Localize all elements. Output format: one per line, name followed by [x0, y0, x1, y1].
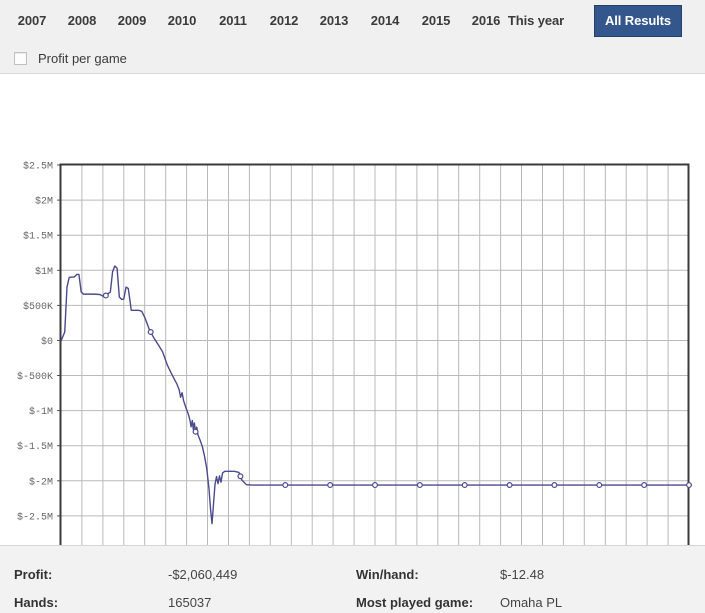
year-filter-this-year[interactable]: This year — [497, 5, 575, 37]
chart-svg: $2.5M $2M $1.5M $1M $500K $0 $-500K $-1M $-1.5M $… — [0, 74, 705, 545]
stat-value: $-12.48 — [500, 567, 544, 582]
stat-value: -$2,060,449 — [168, 567, 237, 582]
year-filter-2013[interactable]: 2013 — [308, 5, 360, 37]
y-tick-label: $-2M — [29, 476, 53, 488]
year-filter-2010[interactable]: 2010 — [156, 5, 208, 37]
filter-toolbar: 2007200820092010201120122013201420152016… — [0, 0, 705, 74]
y-tick-label: $2.5M — [23, 161, 53, 173]
y-tick-label: $1.5M — [23, 231, 53, 243]
stat-label: Profit: — [14, 567, 52, 582]
profit-line-markers — [103, 293, 691, 487]
stat-label: Hands: — [14, 595, 58, 610]
data-point-marker — [687, 483, 692, 488]
data-point-marker — [642, 483, 647, 488]
data-point-marker — [462, 483, 467, 488]
y-tick-label: $-500K — [17, 371, 53, 383]
y-tick-label: $-2.5M — [17, 511, 53, 523]
summary-stats: Profit: -$2,060,449 Hands: 165037 Win/hand: $… — [0, 545, 705, 613]
stat-label: Most played game: — [356, 595, 473, 610]
data-point-marker — [238, 474, 243, 479]
stat-value: Omaha PL — [500, 595, 562, 610]
y-tick-label: $500K — [23, 301, 53, 313]
year-filter-2015[interactable]: 2015 — [410, 5, 462, 37]
y-tick-label: $2M — [35, 196, 53, 208]
data-point-marker — [328, 483, 333, 488]
profit-per-game-row[interactable]: Profit per game — [14, 48, 127, 68]
year-filter-2012[interactable]: 2012 — [258, 5, 310, 37]
stat-value: 165037 — [168, 595, 211, 610]
stat-label: Win/hand: — [356, 567, 419, 582]
data-point-marker — [552, 483, 557, 488]
year-filter-2014[interactable]: 2014 — [359, 5, 411, 37]
data-point-marker — [148, 330, 153, 335]
year-filter-nav: 2007200820092010201120122013201420152016… — [0, 5, 705, 37]
data-point-marker — [283, 483, 288, 488]
data-point-marker — [417, 483, 422, 488]
profit-per-game-checkbox[interactable] — [14, 52, 27, 65]
profit-graph-page: 2007200820092010201120122013201420152016… — [0, 0, 705, 613]
chart-axis-ticks — [57, 165, 689, 545]
y-tick-label: $1M — [35, 266, 53, 278]
year-filter-2009[interactable]: 2009 — [106, 5, 158, 37]
chart-yaxis-ticklabels: $2.5M $2M $1.5M $1M $500K $0 $-500K $-1M $-1.5M $… — [17, 161, 53, 546]
year-filter-2011[interactable]: 2011 — [207, 5, 259, 37]
profit-per-game-label[interactable]: Profit per game — [38, 51, 127, 66]
y-tick-label: $-1M — [29, 406, 53, 418]
data-point-marker — [507, 483, 512, 488]
year-filter-2007[interactable]: 2007 — [6, 5, 58, 37]
data-point-marker — [193, 429, 198, 434]
year-filter-all-results[interactable]: All Results — [594, 5, 682, 37]
profit-chart: $2.5M $2M $1.5M $1M $500K $0 $-500K $-1M $-1.5M $… — [0, 74, 705, 545]
y-tick-label: $0 — [41, 336, 53, 348]
y-tick-label: $-1.5M — [17, 441, 53, 453]
year-filter-2008[interactable]: 2008 — [56, 5, 108, 37]
data-point-marker — [373, 483, 378, 488]
data-point-marker — [597, 483, 602, 488]
data-point-marker — [103, 293, 108, 298]
